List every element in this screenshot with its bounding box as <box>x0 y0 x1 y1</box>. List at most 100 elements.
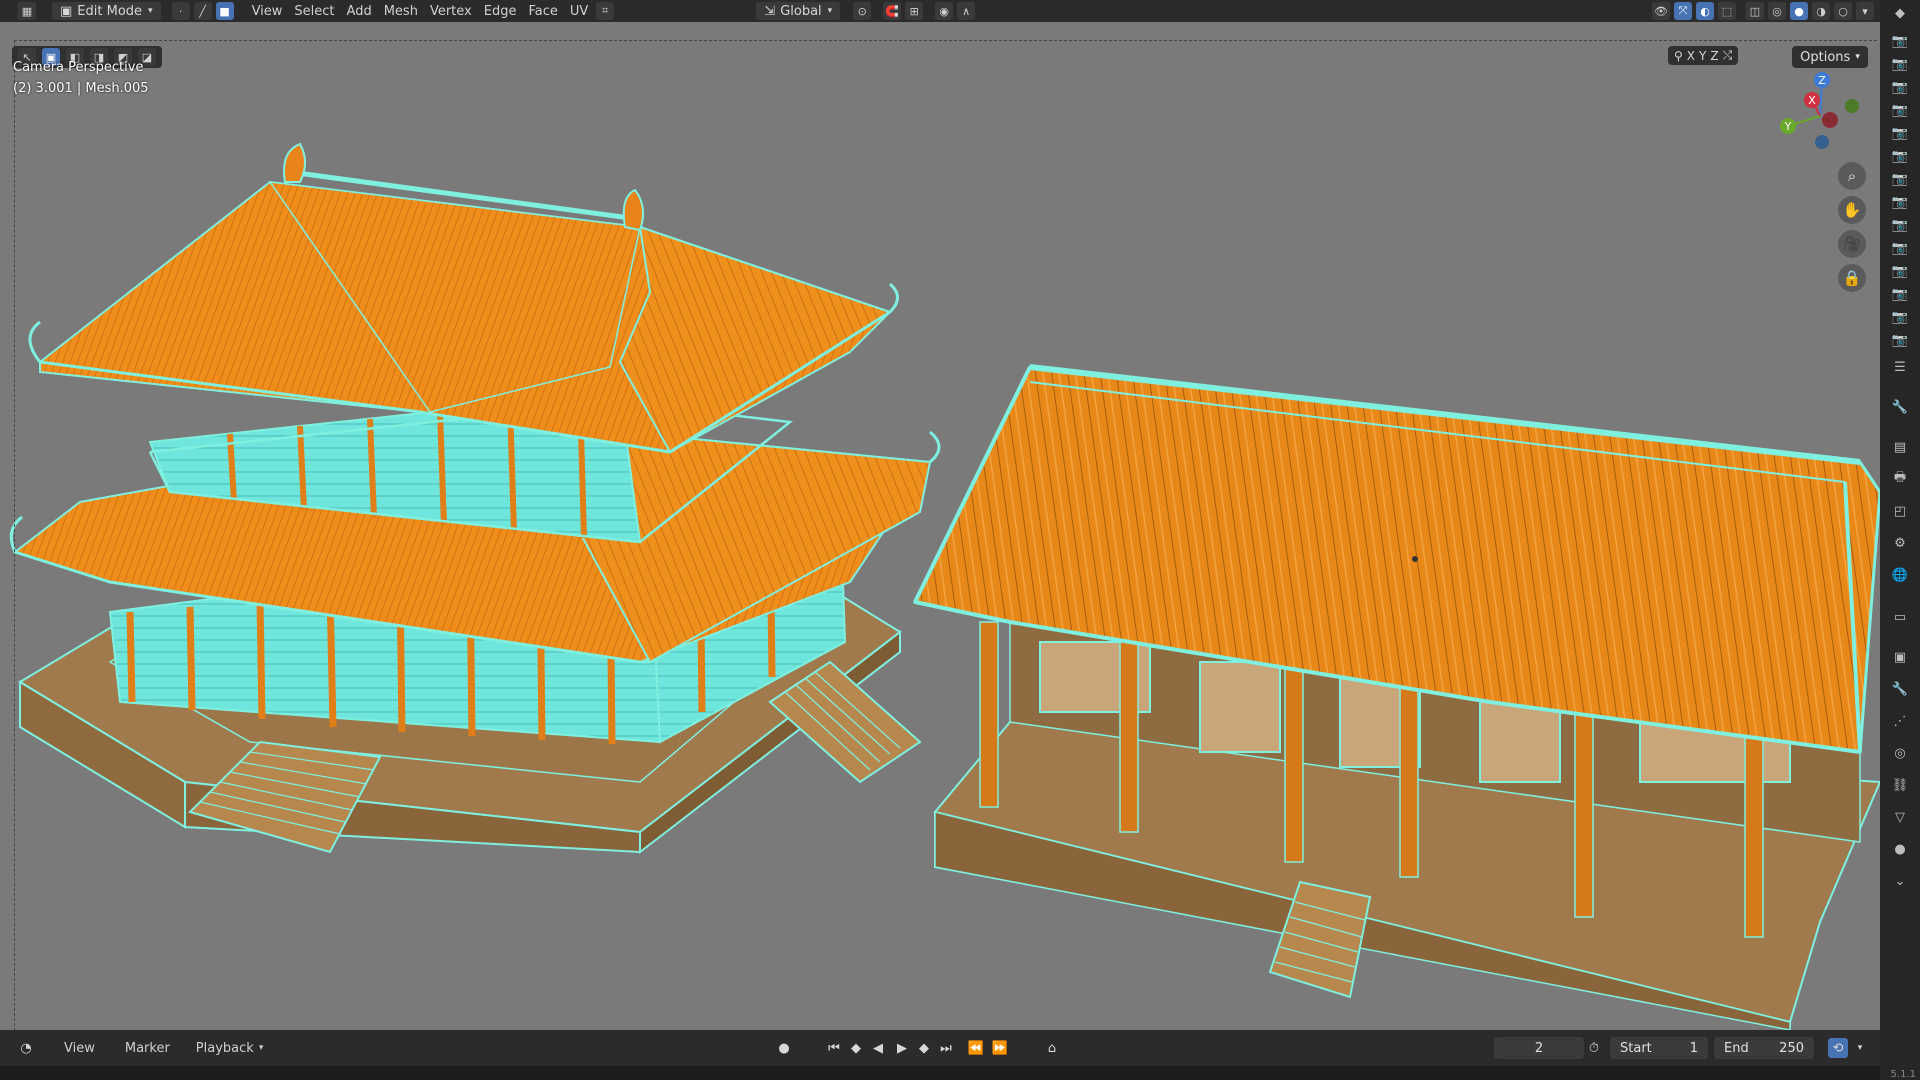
orientation-dropdown[interactable]: ⇲ Global ▾ <box>756 2 841 20</box>
menu-add[interactable]: Add <box>341 2 378 20</box>
overlay-toggle-icon[interactable]: ◐ <box>1696 2 1714 20</box>
gizmo-toggle-icon[interactable]: ⤧ <box>1674 2 1692 20</box>
particles-icon[interactable]: ⋰ <box>1891 712 1909 730</box>
camera-icon[interactable]: 📷 <box>1891 193 1909 211</box>
pan-hand-icon[interactable]: ✋ <box>1838 196 1866 224</box>
pagoda-ridge-finial-left <box>283 142 306 183</box>
proportional-edit-icon[interactable]: ◉ <box>935 2 954 20</box>
viewport-header: ▦ ▣ Edit Mode ▾ · ╱ ■ View Select Add Me… <box>0 0 1880 22</box>
menu-view[interactable]: View <box>246 2 289 20</box>
camera-icon[interactable]: 📷 <box>1891 331 1909 349</box>
constraints-icon[interactable]: ⛓ <box>1891 776 1909 794</box>
clock-editor-icon[interactable]: ◔ <box>16 1038 36 1058</box>
vertex-select-icon[interactable]: · <box>171 2 190 20</box>
pagoda-ridge-finial-right <box>622 188 645 232</box>
sync-icon[interactable]: ⟲ <box>1828 1038 1848 1058</box>
menu-vertex[interactable]: Vertex <box>424 2 478 20</box>
blender-icon[interactable]: ◆ <box>1891 4 1909 22</box>
menu-mesh[interactable]: Mesh <box>378 2 424 20</box>
jump-end-icon[interactable]: ⏭ <box>936 1038 956 1058</box>
edge-select-icon[interactable]: ╱ <box>193 2 212 20</box>
menu-select[interactable]: Select <box>288 2 340 20</box>
play-reverse-icon[interactable]: ◀ <box>868 1038 888 1058</box>
snap-icon[interactable]: 🧲 <box>883 2 902 20</box>
options-dropdown[interactable]: Options ▾ <box>1792 46 1868 68</box>
scene-icon[interactable]: ⚙ <box>1891 534 1909 552</box>
camera-icon[interactable]: 📷 <box>1891 55 1909 73</box>
next-frame-icon[interactable]: ⏩ <box>990 1038 1010 1058</box>
mode-dropdown[interactable]: ▣ Edit Mode ▾ <box>52 2 161 20</box>
prev-keyframe-icon[interactable]: ◆ <box>846 1038 866 1058</box>
play-icon[interactable]: ▶ <box>892 1038 912 1058</box>
collection-icon[interactable]: ▭ <box>1891 608 1909 626</box>
falloff-icon[interactable]: ∧ <box>957 2 976 20</box>
rendered-shading-icon[interactable]: ○ <box>1834 2 1852 20</box>
wireframe-shading-icon[interactable]: ◎ <box>1768 2 1786 20</box>
render-icon[interactable]: ▤ <box>1891 438 1909 456</box>
camera-icon[interactable]: 📷 <box>1891 78 1909 96</box>
camera-icon[interactable]: 📷 <box>1891 124 1909 142</box>
shading-options-icon[interactable]: ▾ <box>1856 2 1874 20</box>
chevron-down-icon[interactable]: ▾ <box>1850 1038 1870 1058</box>
lock-icon[interactable]: 🔒 <box>1838 264 1866 292</box>
menu-uv[interactable]: UV <box>564 2 594 20</box>
chevron-down-icon[interactable]: ⌄ <box>1891 872 1909 890</box>
xray-icon[interactable]: ◫ <box>1746 2 1764 20</box>
camera-icon[interactable]: 📷 <box>1891 216 1909 234</box>
camera-icon[interactable]: 📷 <box>1891 147 1909 165</box>
face-select-icon[interactable]: ■ <box>215 2 234 20</box>
next-keyframe-icon[interactable]: ◆ <box>914 1038 934 1058</box>
axis-y-toggle[interactable]: Y <box>1699 49 1706 63</box>
view-layer-icon[interactable]: ◰ <box>1891 502 1909 520</box>
pivot-icon[interactable]: ⊙ <box>853 2 872 20</box>
snap-target-icon[interactable]: ⊞ <box>905 2 924 20</box>
jump-start-icon[interactable]: ⏮ <box>824 1038 844 1058</box>
object-icon[interactable]: ▣ <box>1891 648 1909 666</box>
material-shading-icon[interactable]: ◑ <box>1812 2 1830 20</box>
modifier-wrench-icon[interactable]: 🔧 <box>1891 680 1909 698</box>
axis-z-toggle[interactable]: Z <box>1710 49 1718 63</box>
navigation-gizmo[interactable]: Z X Y <box>1770 68 1870 158</box>
properties-icon[interactable]: ☰ <box>1891 358 1909 376</box>
playback-label: Playback <box>195 1040 254 1056</box>
timeline-menu-marker[interactable]: Marker <box>119 1039 176 1057</box>
output-icon[interactable]: 🖶 <box>1891 470 1909 488</box>
start-frame-field[interactable]: Start 1 <box>1610 1037 1708 1059</box>
auto-merge-icon[interactable]: ⤭ <box>1723 48 1733 63</box>
physics-icon[interactable]: ◎ <box>1891 744 1909 762</box>
world-icon[interactable]: 🌐 <box>1891 566 1909 584</box>
camera-icon[interactable]: 📷 <box>1891 239 1909 257</box>
camera-icon[interactable]: 📷 <box>1891 170 1909 188</box>
zoom-icon[interactable]: ⌕ <box>1838 162 1866 190</box>
end-frame-field[interactable]: End 250 <box>1714 1037 1814 1059</box>
camera-icon[interactable]: 📷 <box>1891 101 1909 119</box>
camera-icon[interactable]: 📷 <box>1891 262 1909 280</box>
tool-icon[interactable]: 🔧 <box>1891 398 1909 416</box>
visibility-icon[interactable]: 👁 <box>1652 2 1670 20</box>
chevron-down-icon: ▾ <box>148 6 153 16</box>
camera-view-icon[interactable]: 🎥 <box>1838 230 1866 258</box>
3d-viewport[interactable]: ↖ ▣ ◧ ◨ ◩ ◪ Camera Perspective (2) 3.001… <box>0 22 1880 1030</box>
data-icon[interactable]: ▽ <box>1891 808 1909 826</box>
keying-icon[interactable]: ⌂ <box>1042 1038 1062 1058</box>
timeline-menu-playback[interactable]: Playback ▾ <box>190 1039 270 1057</box>
menu-face[interactable]: Face <box>522 2 563 20</box>
menu-edge[interactable]: Edge <box>478 2 523 20</box>
version-label: 5.1.1 <box>1890 1069 1916 1080</box>
prev-frame-icon[interactable]: ⏪ <box>966 1038 986 1058</box>
editor-type-icon[interactable]: ▦ <box>18 2 36 20</box>
current-frame-field[interactable]: 2 <box>1494 1037 1584 1059</box>
mirror-axis-toolbar: ⚲ X Y Z ⤭ <box>1668 46 1739 65</box>
material-icon[interactable]: ● <box>1891 840 1909 858</box>
mirror-icon[interactable]: ⚲ <box>1674 49 1683 63</box>
mesh-edit-overlay-icon[interactable]: ⬚ <box>1718 2 1736 20</box>
camera-icon[interactable]: 📷 <box>1891 285 1909 303</box>
camera-icon[interactable]: 📷 <box>1891 32 1909 50</box>
camera-icon[interactable]: 📷 <box>1891 308 1909 326</box>
timeline-menu-view[interactable]: View <box>58 1039 101 1057</box>
uv-sync-icon[interactable]: ⌗ <box>596 2 615 20</box>
record-icon[interactable]: ● <box>774 1038 794 1058</box>
solid-shading-icon[interactable]: ● <box>1790 2 1808 20</box>
axis-x-toggle[interactable]: X <box>1687 49 1695 63</box>
stopwatch-icon[interactable]: ⏱ <box>1584 1038 1604 1058</box>
